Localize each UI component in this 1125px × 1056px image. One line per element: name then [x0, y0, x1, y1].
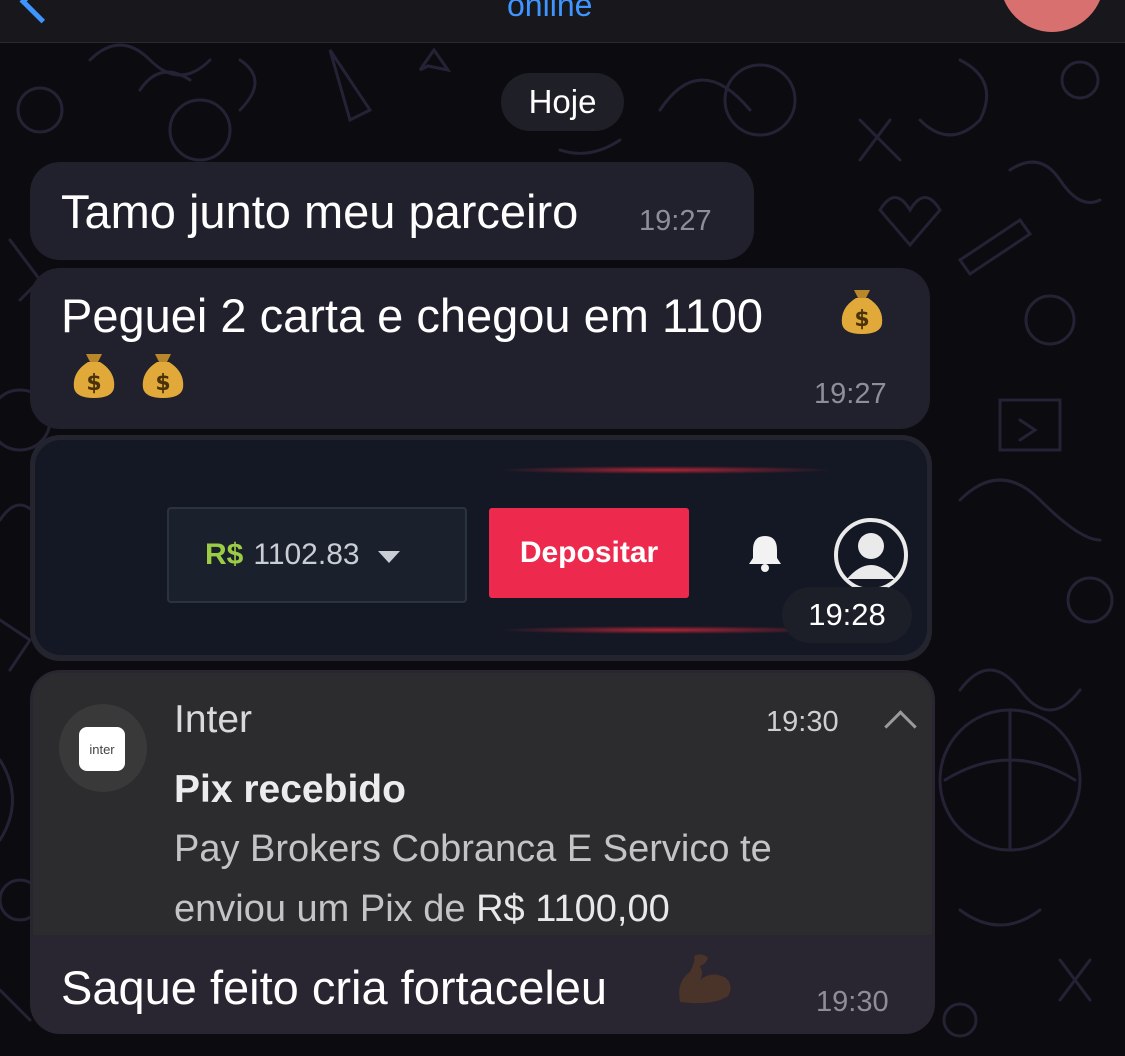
svg-text:$: $	[86, 371, 101, 396]
notification-screenshot: inter Inter 19:30 Pix recebido Pay Broke…	[33, 673, 932, 935]
message-time: 19:27	[814, 378, 887, 410]
inter-app-icon: inter	[79, 727, 125, 771]
deposit-button: Depositar	[489, 508, 689, 598]
notification-amount: R$ 1100,00	[476, 888, 670, 930]
svg-text:$: $	[854, 307, 869, 332]
caret-down-icon	[377, 551, 400, 563]
balance-selector: R$ 1102.83	[167, 507, 467, 603]
notification-app-name: Inter	[174, 698, 253, 741]
balance-currency: R$	[205, 538, 244, 571]
notification-title: Pix recebido	[174, 768, 406, 811]
balance-amount: 1102.83	[253, 538, 360, 571]
money-bag-icon: $	[142, 354, 184, 398]
back-chevron-icon[interactable]	[19, 0, 64, 24]
caption-text: Saque feito cria fortaceleu	[61, 961, 608, 1014]
contact-status: online	[507, 0, 593, 23]
bell-icon	[749, 536, 781, 572]
notification-body-line: enviou um Pix de R$ 1100,00	[174, 888, 670, 931]
money-bag-icon: $	[841, 290, 883, 334]
caption-time: 19:30	[816, 986, 889, 1018]
app-icon-background: inter	[59, 704, 147, 792]
message-time: 19:27	[639, 205, 712, 237]
notification-time: 19:30	[766, 706, 839, 738]
contact-avatar[interactable]	[1000, 0, 1104, 32]
chevron-up-icon	[884, 710, 917, 743]
notification-body-text: enviou um Pix de	[174, 888, 477, 930]
message-text: Tamo junto meu parceiro	[61, 185, 579, 238]
date-separator: Hoje	[501, 73, 624, 131]
message-text: Peguei 2 carta e chegou em 1100	[61, 289, 764, 342]
profile-icon	[834, 518, 908, 592]
message-bubble[interactable]: Tamo junto meu parceiro 19:27	[30, 162, 754, 260]
flexed-biceps-icon	[679, 954, 731, 1004]
image-message[interactable]: inter Inter 19:30 Pix recebido Pay Broke…	[30, 670, 935, 1034]
chat-header: online	[0, 0, 1125, 43]
svg-text:$: $	[155, 371, 170, 396]
message-bubble[interactable]: Peguei 2 carta e chegou em 1100 $ $ $ 19…	[30, 268, 930, 429]
money-bag-icon: $	[73, 354, 115, 398]
notification-body-line: Pay Brokers Cobranca E Servico te	[174, 828, 772, 870]
image-time: 19:28	[782, 587, 912, 643]
